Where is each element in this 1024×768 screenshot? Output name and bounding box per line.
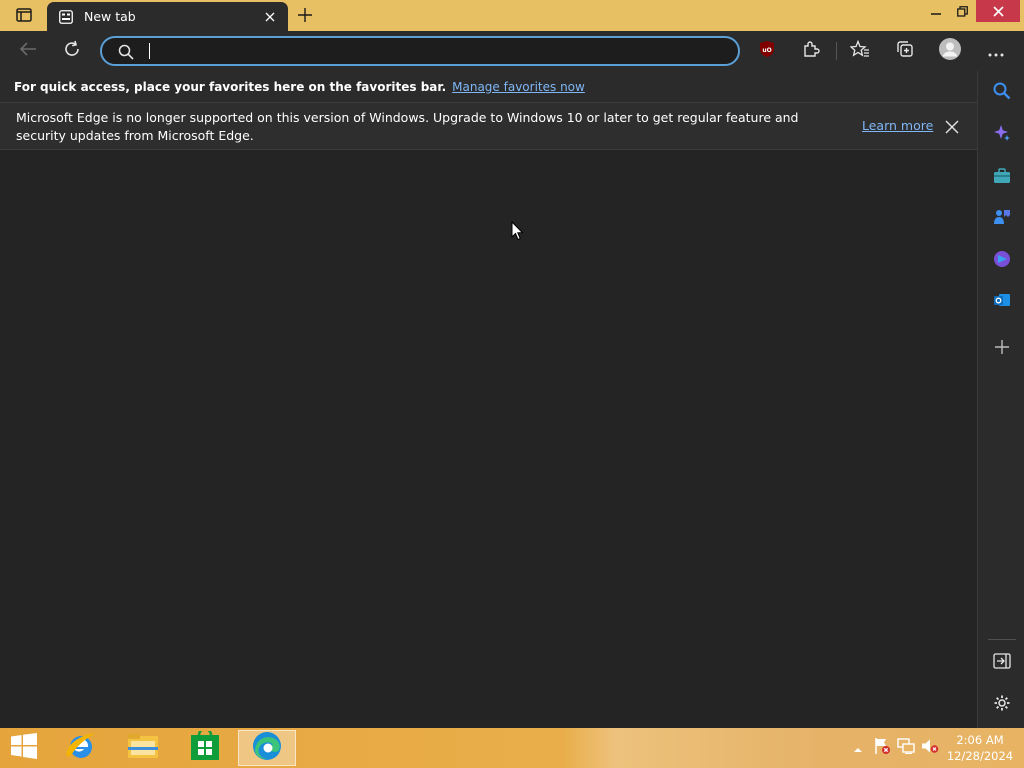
taskbar-store[interactable] (176, 727, 234, 766)
show-hidden-icons-button[interactable] (848, 738, 868, 758)
sidebar-copilot-button[interactable] (990, 123, 1014, 147)
toolbar-separator (836, 42, 837, 60)
extensions-icon (802, 40, 820, 62)
close-icon (992, 2, 1004, 21)
mouse-cursor (511, 220, 525, 241)
more-button[interactable] (981, 36, 1011, 66)
store-icon (190, 727, 220, 765)
favorites-bar-hint: For quick access, place your favorites h… (14, 79, 447, 94)
edge-icon (251, 730, 283, 766)
more-icon (988, 42, 1004, 61)
volume-muted-icon (921, 738, 939, 758)
refresh-button[interactable] (57, 36, 87, 66)
sidebar-games-button[interactable] (990, 207, 1014, 231)
minimize-button[interactable] (924, 0, 948, 22)
tools-icon (993, 168, 1011, 188)
page-content[interactable] (0, 150, 977, 728)
tab-actions-icon (16, 7, 32, 26)
address-input[interactable] (147, 41, 727, 61)
tab-close-icon[interactable] (261, 8, 279, 26)
tab-new-tab[interactable]: New tab (47, 2, 288, 31)
tab-actions-button[interactable] (10, 5, 38, 27)
new-tab-button[interactable] (295, 6, 315, 26)
restore-button[interactable] (950, 0, 974, 22)
profile-button[interactable] (935, 36, 965, 66)
collections-icon (896, 40, 914, 62)
back-icon (19, 41, 37, 61)
search-icon (993, 82, 1011, 104)
clock-time: 2:06 AM (956, 733, 1004, 747)
network-icon (897, 738, 915, 758)
sidebar-office-button[interactable] (990, 249, 1014, 273)
svg-text:uO: uO (762, 47, 771, 54)
new-tab-page-icon (58, 9, 74, 25)
window-close-button[interactable] (976, 0, 1020, 22)
text-caret (149, 43, 150, 59)
taskbar-file-explorer[interactable] (114, 730, 172, 766)
file-explorer-icon (126, 731, 160, 765)
sidebar-tools-button[interactable] (990, 166, 1014, 190)
minimize-icon (931, 2, 941, 21)
games-icon (993, 208, 1011, 230)
tab-title: New tab (84, 9, 136, 24)
clock[interactable]: 2:06 AM 12/28/2024 (944, 732, 1016, 764)
office-icon (993, 250, 1011, 272)
refresh-icon (63, 40, 81, 62)
network-button[interactable] (896, 738, 916, 758)
favorites-button[interactable] (845, 36, 875, 66)
sidebar (977, 71, 1024, 728)
volume-button[interactable] (920, 738, 940, 758)
settings-icon (993, 694, 1011, 716)
taskbar-internet-explorer[interactable] (52, 730, 110, 766)
taskbar-edge[interactable] (238, 730, 296, 766)
title-bar: New tab (0, 0, 1024, 31)
action-center-flag-icon (873, 737, 891, 759)
search-icon (117, 43, 135, 61)
start-button[interactable] (0, 728, 48, 768)
sidebar-settings-button[interactable] (990, 693, 1014, 717)
copilot-icon (993, 124, 1011, 146)
hide-sidebar-button[interactable] (990, 651, 1014, 675)
windows-logo-icon (10, 733, 38, 763)
sidebar-separator (988, 639, 1016, 640)
address-bar[interactable] (100, 36, 740, 66)
infobar-close-icon[interactable] (942, 117, 962, 137)
manage-favorites-link[interactable]: Manage favorites now (452, 80, 585, 94)
ublock-icon: uO (758, 40, 776, 62)
sidebar-search-button[interactable] (990, 81, 1014, 105)
internet-explorer-icon (64, 730, 98, 766)
ublock-extension-button[interactable]: uO (752, 36, 782, 66)
favorites-bar: For quick access, place your favorites h… (0, 71, 977, 102)
favorites-icon (849, 39, 870, 62)
add-icon (995, 339, 1009, 358)
action-center-button[interactable] (872, 738, 892, 758)
profile-icon (938, 37, 962, 65)
collections-button[interactable] (890, 36, 920, 66)
learn-more-link[interactable]: Learn more (862, 118, 933, 133)
outlook-icon (993, 291, 1011, 313)
plus-icon (298, 7, 312, 26)
back-button[interactable] (13, 36, 43, 66)
screen: New tab uO For quick access, place your … (0, 0, 1024, 768)
sidebar-outlook-button[interactable] (990, 290, 1014, 314)
taskbar: 2:06 AM 12/28/2024 (0, 727, 1024, 768)
toolbar: uO (0, 31, 1024, 71)
infobar-message: Microsoft Edge is no longer supported on… (16, 110, 799, 143)
chevron-up-icon (853, 739, 863, 758)
unsupported-os-infobar: Microsoft Edge is no longer supported on… (0, 102, 977, 150)
clock-date: 12/28/2024 (946, 749, 1014, 763)
sidebar-add-button[interactable] (990, 336, 1014, 360)
restore-icon (956, 2, 968, 21)
extensions-button[interactable] (796, 36, 826, 66)
hide-sidebar-icon (993, 653, 1011, 673)
